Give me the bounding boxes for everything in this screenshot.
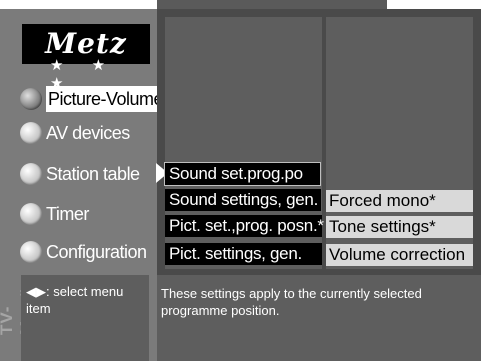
description-box: These settings apply to the currently se… (157, 275, 481, 361)
radio-bullet-icon (20, 122, 42, 144)
menu-item-label: Timer (46, 204, 89, 224)
menu-item-label: Station table (46, 164, 140, 184)
help-text: ◀▶: select menu item (26, 283, 146, 317)
option-volume-correction[interactable]: Volume correction (326, 244, 473, 266)
menu-item-picture-volume[interactable]: Picture-Volume (20, 84, 168, 114)
option-forced-mono[interactable]: Forced mono* (326, 190, 473, 212)
radio-bullet-icon (20, 203, 42, 225)
option-tone-settings[interactable]: Tone settings* (326, 216, 473, 238)
menu-item-timer[interactable]: Timer (20, 199, 89, 229)
top-bar (157, 0, 387, 9)
menu-item-label: Picture-Volume (46, 86, 168, 112)
radio-bullet-icon (20, 241, 42, 263)
submenu-option-sound-set-prog-po[interactable]: Sound set.prog.po (164, 162, 321, 186)
help-box: ◀▶: select menu item (21, 275, 149, 361)
submenu-option-pict-settings-gen[interactable]: Pict. settings, gen. (165, 243, 322, 265)
description-text: These settings apply to the currently se… (161, 286, 422, 318)
radio-bullet-icon (20, 88, 42, 110)
menu-item-station-table[interactable]: Station table (20, 159, 140, 189)
submenu-option-pict-set-prog-posn[interactable]: Pict. set.,prog. posn.* (165, 215, 324, 237)
menu-item-configuration[interactable]: Configuration (20, 237, 147, 267)
radio-bullet-icon (20, 163, 42, 185)
menu-item-av-devices[interactable]: AV devices (20, 118, 130, 148)
submenu-option-sound-settings-gen[interactable]: Sound settings, gen. (165, 189, 321, 211)
menu-item-label: AV devices (46, 123, 130, 143)
arrow-keys-icon: ◀▶ (26, 284, 46, 299)
menu-item-label: Configuration (46, 242, 147, 262)
